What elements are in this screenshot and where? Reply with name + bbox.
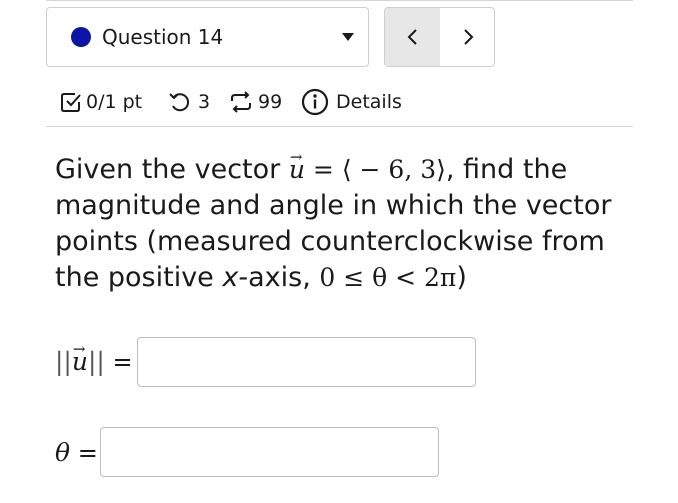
- magnitude-label: ||u → || =: [55, 340, 133, 376]
- versions-count: 99: [258, 91, 283, 113]
- top-divider: [46, 0, 633, 1]
- previous-question-button[interactable]: [385, 8, 441, 66]
- vector-equals: =: [312, 155, 334, 184]
- attempts-count: 3: [198, 91, 211, 113]
- attempts-meta: 3: [168, 89, 210, 115]
- question-nav-group: [384, 7, 495, 67]
- score-meta: 0/1 pt: [60, 89, 142, 115]
- undo-attempts-icon: [169, 93, 190, 112]
- chevron-right-icon: [463, 29, 473, 45]
- next-question-button[interactable]: [440, 8, 494, 66]
- caret-down-icon: [342, 33, 354, 41]
- question-end: ): [456, 262, 467, 293]
- axis-suffix: -axis,: [238, 262, 311, 293]
- question-select[interactable]: Question 14: [46, 7, 369, 67]
- question-select-label: Question 14: [102, 25, 224, 49]
- details-label: Details: [336, 91, 402, 113]
- repeat-icon: [231, 91, 251, 113]
- vector-u: u →: [289, 148, 305, 188]
- magnitude-equals: =: [112, 348, 133, 376]
- score-text: 0/1 pt: [86, 91, 143, 113]
- angle-range: 0 ≤ θ < 2π: [319, 263, 457, 292]
- info-icon: [301, 88, 329, 116]
- versions-meta: 99: [228, 89, 282, 115]
- details-toggle[interactable]: Details: [300, 88, 402, 116]
- angle-equals: =: [77, 439, 98, 467]
- vector-expression: u → = ⟨ − 6, 3⟩: [289, 148, 446, 184]
- vector-arrow-icon: →: [289, 148, 303, 166]
- question-lead: Given the vector: [55, 154, 281, 185]
- question-text: Given the vector u → = ⟨ − 6, 3⟩, find th…: [55, 148, 635, 296]
- angle-label: θ =: [55, 438, 98, 467]
- angle-input[interactable]: [100, 427, 439, 477]
- question-status-dot: [71, 27, 91, 47]
- checkbox-score-icon: [61, 93, 81, 112]
- meta-divider: [46, 126, 633, 127]
- axis-variable: x: [222, 262, 239, 293]
- magnitude-input[interactable]: [137, 337, 476, 387]
- chevron-left-icon: [407, 29, 417, 45]
- vector-value: ⟨ − 6, 3⟩: [341, 155, 446, 184]
